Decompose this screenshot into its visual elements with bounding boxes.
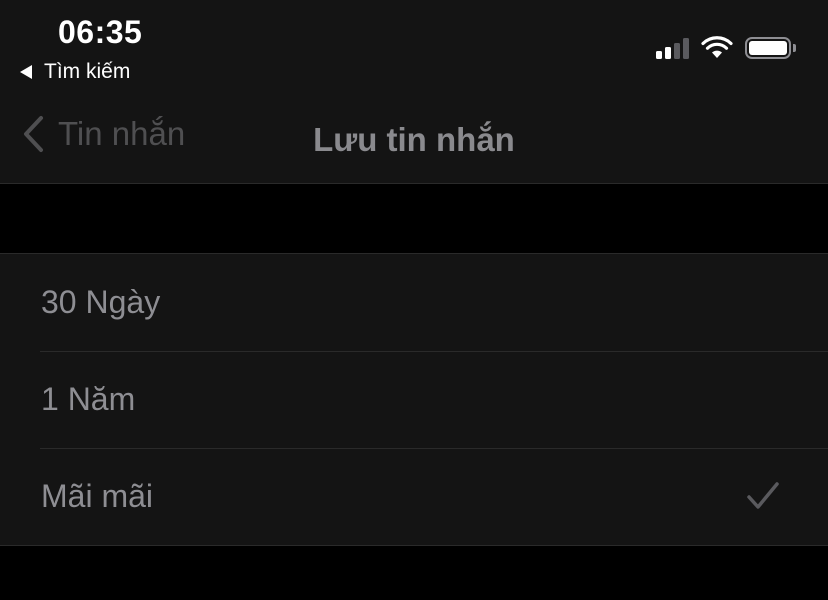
- battery-fill: [749, 41, 787, 55]
- status-icons: [656, 36, 796, 60]
- option-1-year[interactable]: 1 Năm: [0, 351, 828, 448]
- status-time: 06:35: [58, 14, 143, 50]
- page-title: Lưu tin nhắn: [313, 121, 515, 158]
- option-30-days[interactable]: 30 Ngày: [0, 254, 828, 351]
- screen: 06:35 Tìm kiếm Tin nhắn Lưu tin nhắn 30 …: [0, 0, 828, 600]
- battery-icon: [745, 37, 796, 59]
- option-forever[interactable]: Mãi mãi: [0, 448, 828, 545]
- option-label: 30 Ngày: [41, 284, 161, 320]
- options-list: 30 Ngày 1 Năm Mãi mãi: [0, 253, 828, 546]
- navigation-bar: Tin nhắn Lưu tin nhắn: [0, 95, 828, 183]
- wifi-icon: [701, 36, 733, 58]
- back-triangle-icon: [20, 65, 32, 79]
- back-to-app-label: Tìm kiếm: [44, 60, 131, 83]
- checkmark-icon: [747, 482, 779, 509]
- status-bar: 06:35 Tìm kiếm: [0, 0, 828, 90]
- cellular-signal-icon: [656, 37, 689, 59]
- option-label: Mãi mãi: [41, 478, 154, 514]
- option-label: 1 Năm: [41, 381, 136, 417]
- header-area: 06:35 Tìm kiếm Tin nhắn Lưu tin nhắn: [0, 0, 828, 184]
- back-to-app-link[interactable]: Tìm kiếm: [20, 60, 130, 84]
